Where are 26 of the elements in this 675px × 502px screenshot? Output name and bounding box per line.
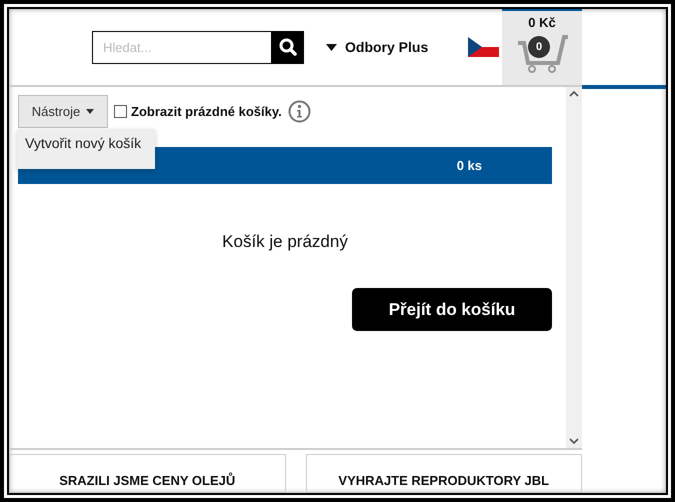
scrollbar[interactable] [566, 87, 582, 448]
promo-title: VYHRAJTE REPRODUKTORY JBL [338, 472, 550, 488]
search-button[interactable] [272, 30, 304, 64]
checkbox-label: Zobrazit prázdné košíky. [131, 104, 282, 118]
empty-message: Košík je prázdný [222, 232, 348, 251]
department-menu[interactable]: Odbory Plus [326, 39, 428, 55]
checkout-button[interactable]: Přejít do košíku [352, 288, 552, 331]
scroll-up-icon[interactable] [569, 90, 579, 97]
checkbox[interactable] [114, 104, 127, 118]
caret-icon [86, 108, 94, 114]
cart-panel[interactable]: 0 Kč 0 [502, 9, 582, 85]
promo-card[interactable]: VYHRAJTE REPRODUKTORY JBL [306, 454, 582, 493]
cart-total: 0 Kč [528, 15, 556, 30]
flag-icon[interactable] [468, 37, 500, 57]
cart-icon [516, 33, 568, 73]
tools-button[interactable]: Nástroje [18, 94, 108, 128]
info-icon[interactable] [288, 100, 311, 122]
menu-item[interactable]: Vytvořit nový košík [25, 135, 142, 151]
basket-quantity: 0 ks [456, 158, 482, 173]
search-icon [279, 38, 297, 56]
cart-count: 0 [528, 36, 550, 58]
caret-icon [326, 44, 337, 50]
search-field[interactable]: Hledat... [92, 30, 272, 64]
scroll-down-icon[interactable] [569, 438, 579, 445]
promo-card[interactable]: SRAZILI JSME CENY OLEJŮ [9, 454, 286, 493]
promo-title: SRAZILI JSME CENY OLEJŮ [59, 472, 236, 488]
